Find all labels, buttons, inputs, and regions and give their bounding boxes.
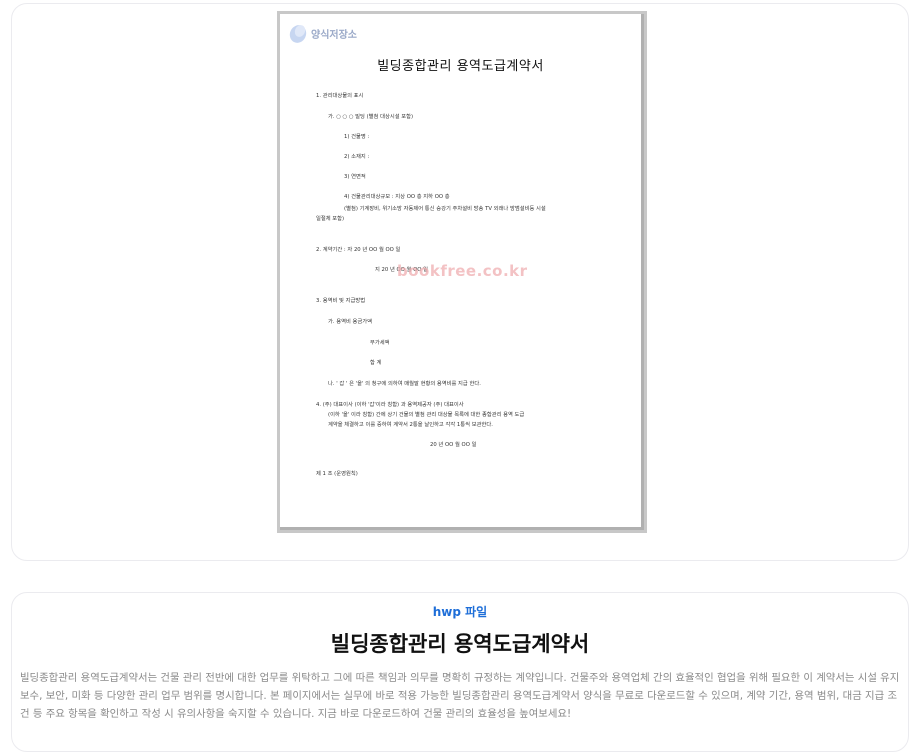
document-line: 가. ○ ○ ○ 빌딩 (별첨 대상시설 포함) <box>328 114 414 120</box>
document-preview-card: 양식저장소 빌딩종합관리 용역도급계약서 1. 관리대상물의 표시 가. ○ ○… <box>11 3 909 561</box>
document-line: 1) 건물명 : <box>344 134 370 140</box>
logo-icon <box>289 25 307 43</box>
document-line: 3) 연면적 <box>344 174 366 180</box>
document-line: 계약을 체결하고 이를 증하여 계약서 2통을 날인하고 각각 1통씩 보관한다… <box>328 422 493 428</box>
document-preview-frame[interactable]: 양식저장소 빌딩종합관리 용역도급계약서 1. 관리대상물의 표시 가. ○ ○… <box>277 11 647 533</box>
description-text: 빌딩종합관리 용역도급계약서는 건물 관리 전반에 대한 업무를 위탁하고 그에… <box>20 672 900 720</box>
document-title: 빌딩종합관리 용역도급계약서 <box>377 59 544 74</box>
logo-text: 양식저장소 <box>311 29 357 41</box>
document-line: (이하 '을' 이라 칭함) 간에 상기 건물의 별첨 관리 대상물 목록에 대… <box>328 412 525 418</box>
site-logo: 양식저장소 <box>288 23 357 43</box>
document-line: 나. ' 갑 ' 은 '을' 의 청구에 의하여 매월말 현황의 용역비를 지급… <box>328 381 481 387</box>
document-line: 1. 관리대상물의 표시 <box>316 93 364 99</box>
watermark-text: bookfree.co.kr <box>397 262 528 280</box>
document-line: 가. 용역비 용금가액 <box>328 319 373 325</box>
document-line: 2. 계약기간 : 자 20 년 OO 월 OO 일 <box>316 247 401 253</box>
page-title: 빌딩종합관리 용역도급계약서 <box>330 632 590 656</box>
document-line: 20 년 OO 월 OO 일 <box>430 442 477 448</box>
document-line: 제 1 조 (운영원칙) <box>316 471 358 477</box>
document-line: 3. 용역비 및 지급방법 <box>316 298 366 304</box>
document-line: 부가세액 <box>370 340 390 346</box>
document-info-card: hwp 파일 빌딩종합관리 용역도급계약서 빌딩종합관리 용역도급계약서는 건물… <box>11 592 909 752</box>
document-line: 4) 건물관리대상규모 : 지상 OO 층 지하 OO 층 <box>344 194 450 200</box>
document-line: (별첨) 기계장비, 위기소방 자동제어 통신 승강기 주차설비 방송 TV 외… <box>344 206 546 212</box>
document-line: 합 계 <box>370 360 382 366</box>
file-type-badge: hwp 파일 <box>432 605 488 619</box>
document-page: 양식저장소 빌딩종합관리 용역도급계약서 1. 관리대상물의 표시 가. ○ ○… <box>280 14 644 530</box>
document-line: 2) 소재지 : <box>344 154 370 160</box>
document-line: 4. (주) 대표이사 (이하 '갑'이라 칭함) 과 용역제공자 (주) 대표… <box>316 402 464 408</box>
document-line: 일절체 포함) <box>316 216 345 222</box>
